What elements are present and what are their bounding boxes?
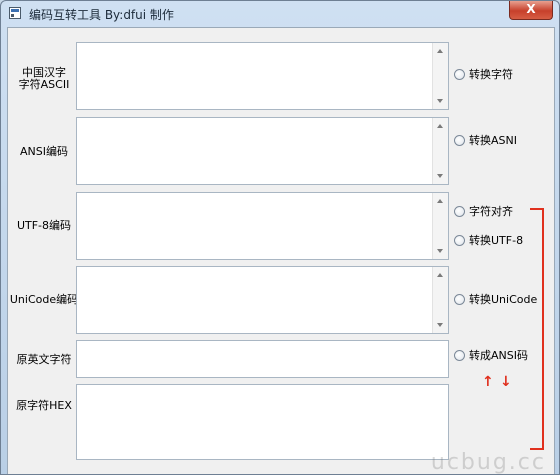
scroll-up-icon[interactable] [437, 273, 443, 277]
app-icon [9, 7, 21, 19]
radio-convert-ansi[interactable]: 转换ASNI [454, 132, 517, 148]
chinese-text-input[interactable] [76, 42, 449, 110]
utf8-text-input[interactable] [76, 192, 449, 260]
watermark: ucbug.cc [430, 450, 546, 475]
radio-circle-icon[interactable] [454, 134, 465, 146]
scroll-up-icon[interactable] [437, 49, 443, 53]
radio-convert-chars[interactable]: 转换字符 [454, 66, 513, 82]
radio-label: 字符对齐 [469, 205, 513, 218]
close-button[interactable]: X [509, 1, 553, 20]
vertical-scrollbar[interactable] [432, 43, 448, 109]
radio-circle-icon[interactable] [454, 234, 465, 246]
label-original-hex: 原字符HEX [16, 399, 72, 412]
vertical-scrollbar[interactable] [432, 193, 448, 259]
app-window: 编码互转工具 By:dfui 制作 X 中国汉字 字符ASCII ANSI编码 … [0, 0, 560, 475]
label-unicode: UniCode编码 [9, 293, 79, 306]
label-utf8: UTF-8编码 [16, 219, 72, 232]
radio-circle-icon[interactable] [454, 349, 465, 361]
vertical-scrollbar[interactable] [432, 118, 448, 184]
scroll-down-icon[interactable] [437, 323, 443, 327]
hex-text-input[interactable] [76, 384, 449, 460]
up-arrow-icon: ↑ [482, 374, 494, 390]
down-arrow-icon: ↓ [500, 374, 512, 390]
label-original-english: 原英文字符 [16, 353, 72, 366]
ansi-text-input[interactable] [76, 117, 449, 185]
window-title: 编码互转工具 By:dfui 制作 [29, 8, 174, 22]
scroll-down-icon[interactable] [437, 174, 443, 178]
radio-align-chars[interactable]: 字符对齐 [454, 203, 513, 219]
client-area: 中国汉字 字符ASCII ANSI编码 UTF-8编码 UniCode编码 原英… [7, 27, 555, 475]
radio-circle-icon[interactable] [454, 293, 465, 305]
scroll-down-icon[interactable] [437, 99, 443, 103]
radio-label: 转换UTF-8 [469, 234, 524, 247]
english-text-input[interactable] [76, 340, 449, 378]
radio-convert-ansi-code[interactable]: 转成ANSI码 [454, 347, 528, 363]
radio-label: 转换ASNI [469, 134, 517, 147]
radio-circle-icon[interactable] [454, 205, 465, 217]
red-bracket-annotation [530, 208, 544, 450]
scroll-down-icon[interactable] [437, 249, 443, 253]
label-line: 字符ASCII [18, 78, 70, 91]
unicode-text-input[interactable] [76, 266, 449, 334]
scroll-up-icon[interactable] [437, 199, 443, 203]
label-ansi: ANSI编码 [20, 145, 68, 158]
radio-circle-icon[interactable] [454, 68, 465, 80]
radio-convert-unicode[interactable]: 转换UniCode [454, 291, 537, 307]
radio-label: 转成ANSI码 [469, 349, 528, 362]
radio-convert-utf8[interactable]: 转换UTF-8 [454, 232, 523, 248]
radio-label: 转换UniCode [469, 293, 538, 306]
radio-label: 转换字符 [469, 68, 513, 81]
scroll-up-icon[interactable] [437, 124, 443, 128]
vertical-scrollbar[interactable] [432, 267, 448, 333]
title-bar[interactable]: 编码互转工具 By:dfui 制作 X [1, 1, 559, 27]
label-chinese-ascii: 中国汉字 字符ASCII [8, 67, 80, 91]
